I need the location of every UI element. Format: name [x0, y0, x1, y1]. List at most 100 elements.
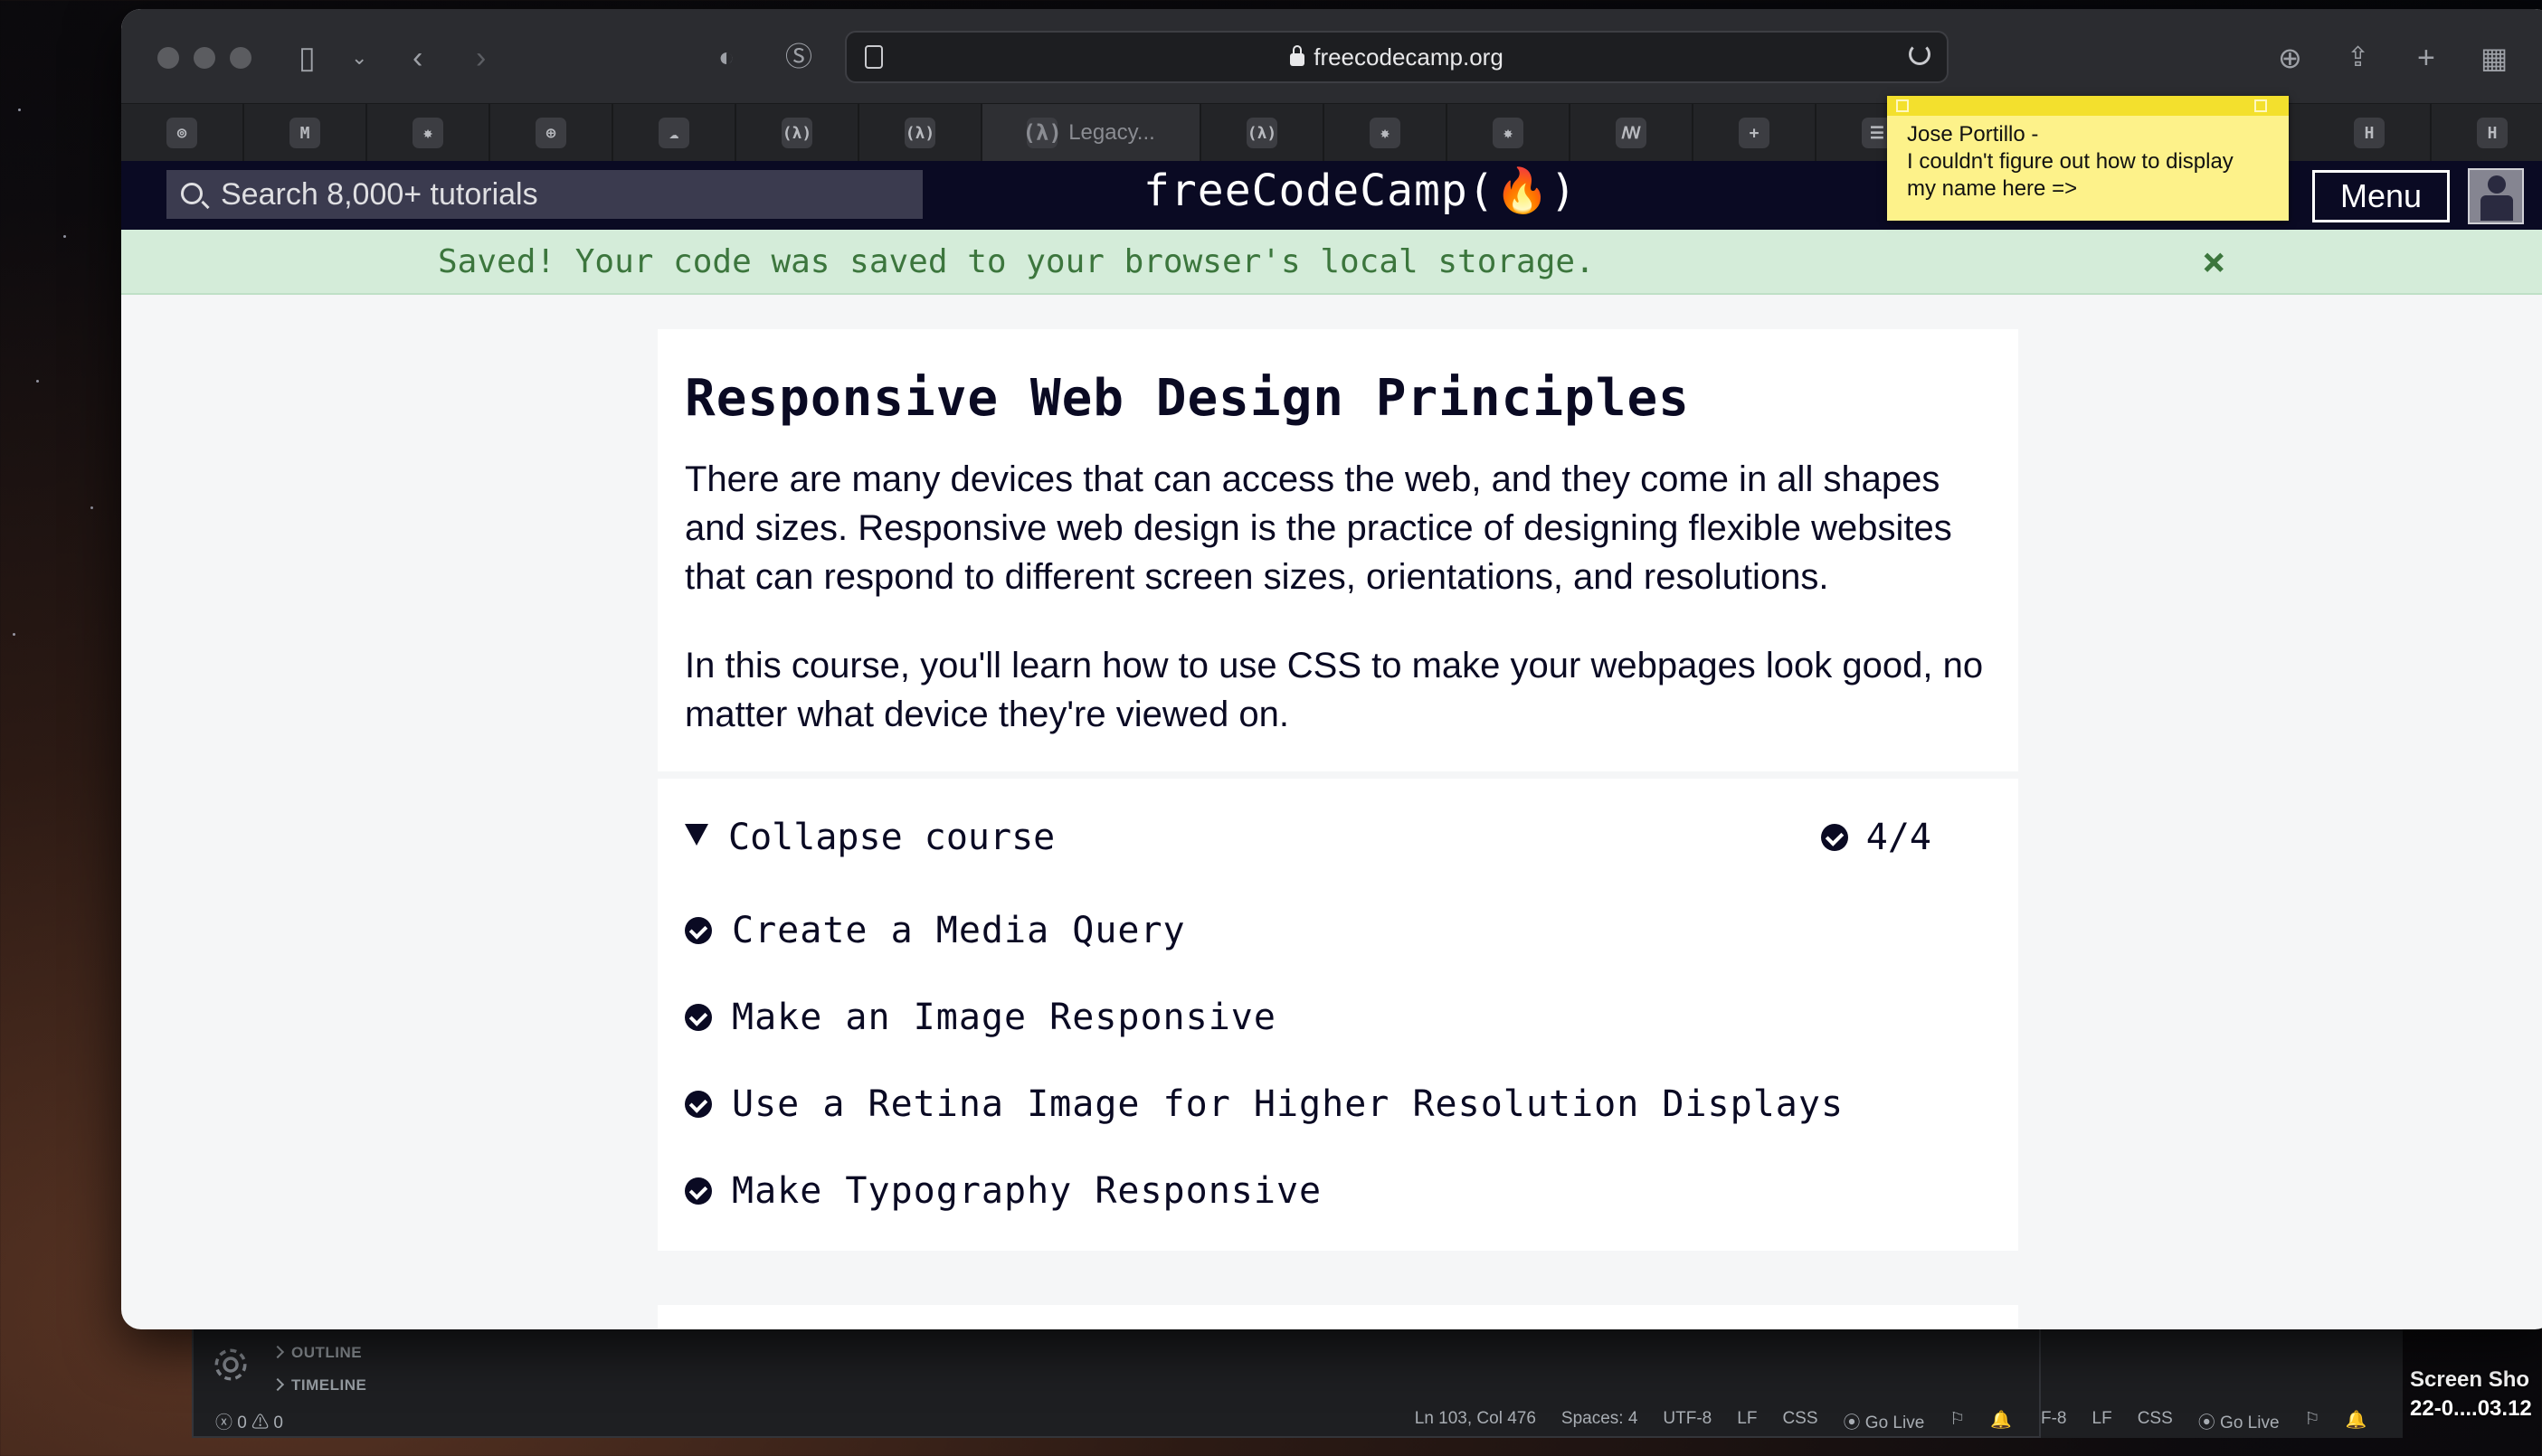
extension-icon[interactable]: Ⓢ [785, 40, 812, 76]
starfield [0, 0, 121, 687]
fcc-favicon-icon: (λ) [782, 118, 812, 148]
tab-favicon-icon: ⊕ [536, 118, 566, 148]
vscode-panel-secondary: F-8 LF CSS ⦿ Go Live ⚐ 🔔 [2041, 1329, 2403, 1438]
tab[interactable]: (λ) [1201, 104, 1324, 162]
tab[interactable]: + [1693, 104, 1816, 162]
timeline-section[interactable]: TIMELINE [270, 1376, 366, 1395]
tab[interactable]: H [2432, 104, 2542, 162]
sticky-expand-icon[interactable] [2254, 99, 2267, 112]
desktop-file-label[interactable]: Screen Sho 22-0....03.12 [2410, 1366, 2532, 1423]
menu-button[interactable]: Menu [2312, 170, 2450, 222]
go-live-button[interactable]: ⦿ Go Live [1844, 1409, 1925, 1433]
language-mode[interactable]: CSS [1782, 1409, 1817, 1433]
check-circle-icon [1820, 824, 1848, 851]
shield-icon[interactable]: ◐ [718, 40, 735, 76]
check-circle-icon [685, 1091, 712, 1118]
tab-favicon-icon: ✸ [1370, 118, 1400, 148]
outline-section[interactable]: OUTLINE [270, 1344, 362, 1362]
fcc-favicon-icon: (λ) [905, 118, 935, 148]
tab-overview-icon[interactable]: ▦ [2480, 40, 2508, 76]
bell-icon[interactable]: 🔔 [2346, 1409, 2367, 1433]
tab-active[interactable]: (λ) Legacy... [982, 104, 1201, 162]
tab[interactable]: H [2309, 104, 2432, 162]
course-content: Responsive Web Design Principles There a… [658, 329, 2018, 1329]
course-title: Responsive Web Design Principles [685, 369, 1690, 428]
line-ending[interactable]: LF [1737, 1409, 1757, 1433]
status-bar: Ln 103, Col 476 Spaces: 4 UTF-8 LF CSS ⦿… [1415, 1409, 2012, 1433]
chevron-right-icon [270, 1345, 285, 1359]
download-icon[interactable]: ⊕ [2278, 40, 2302, 76]
address-bar[interactable]: freecodecamp.org [845, 31, 1949, 83]
tab-favicon-icon: H [2477, 118, 2508, 148]
lesson-list: Create a Media Query Make an Image Respo… [685, 887, 1991, 1234]
course-description: In this course, you'll learn how to use … [685, 646, 1984, 734]
encoding[interactable]: UTF-8 [1663, 1409, 1712, 1433]
lesson-item[interactable]: Create a Media Query [685, 887, 1991, 974]
check-circle-icon [685, 1004, 712, 1031]
chevron-down-icon[interactable]: ⌄ [351, 40, 367, 76]
gear-icon[interactable] [212, 1346, 250, 1384]
go-live-button[interactable]: ⦿ Go Live [2198, 1409, 2280, 1433]
lock-icon [1290, 45, 1305, 66]
avatar[interactable] [2468, 168, 2524, 224]
tab-favicon-icon: ✸ [413, 118, 443, 148]
course-description: There are many devices that can access t… [685, 459, 1952, 597]
tab[interactable]: ✸ [367, 104, 490, 162]
tab[interactable]: ✸ [1324, 104, 1447, 162]
problems-indicator[interactable]: ⓧ 0 ⚠ 0 [215, 1409, 283, 1433]
tab[interactable]: ⊕ [490, 104, 613, 162]
encoding[interactable]: F-8 [2041, 1409, 2067, 1433]
tab[interactable]: (λ) [736, 104, 859, 162]
lesson-item[interactable]: Make Typography Responsive [685, 1148, 1991, 1234]
save-notification: Saved! Your code was saved to your brows… [121, 230, 2542, 295]
course-progress: 4/4 [1820, 806, 1931, 869]
feedback-icon[interactable]: ⚐ [2305, 1409, 2320, 1433]
new-tab-icon[interactable]: + [2417, 40, 2435, 76]
course-intro-card: Responsive Web Design Principles There a… [658, 329, 2018, 771]
chevron-right-icon [270, 1377, 285, 1392]
back-icon[interactable]: ‹ [413, 40, 422, 76]
status-bar-secondary: F-8 LF CSS ⦿ Go Live ⚐ 🔔 [2041, 1409, 2367, 1433]
line-ending[interactable]: LF [2092, 1409, 2112, 1433]
bell-icon[interactable]: 🔔 [1990, 1409, 2012, 1433]
close-icon[interactable]: × [2202, 230, 2226, 295]
tab-favicon-icon: ✸ [1493, 118, 1523, 148]
tab-favicon-icon: ☁ [659, 118, 689, 148]
tab[interactable]: (λ) [859, 104, 982, 162]
indentation[interactable]: Spaces: 4 [1561, 1409, 1638, 1433]
minimize-window-button[interactable] [194, 47, 215, 69]
lesson-item[interactable]: Use a Retina Image for Higher Resolution… [685, 1061, 1991, 1148]
tab[interactable]: M [244, 104, 367, 162]
sticky-close-icon[interactable] [1896, 99, 1909, 112]
tab[interactable]: ꟿ [1570, 104, 1693, 162]
language-mode[interactable]: CSS [2138, 1409, 2173, 1433]
sidebar-icon[interactable]: ▯ [299, 40, 316, 76]
tab[interactable]: ☁ [613, 104, 736, 162]
reload-icon[interactable] [1909, 43, 1930, 65]
vscode-panel: OUTLINE TIMELINE ⓧ 0 ⚠ 0 Ln 103, Col 476… [192, 1329, 2041, 1438]
search-icon [181, 183, 203, 204]
fcc-logo[interactable]: freeCodeCamp(🔥) [1143, 165, 1577, 216]
forward-icon[interactable]: › [476, 40, 486, 76]
cursor-position[interactable]: Ln 103, Col 476 [1415, 1409, 1536, 1433]
tab[interactable]: ✸ [1447, 104, 1570, 162]
triangle-down-icon [685, 824, 708, 846]
collapse-course-button[interactable]: Collapse course 4/4 [685, 806, 1991, 869]
course-lessons-card: Collapse course 4/4 Create a Media Query… [658, 779, 2018, 1251]
tab-favicon-icon: ⊚ [166, 118, 197, 148]
check-circle-icon [685, 917, 712, 944]
share-icon[interactable]: ⇪ [2347, 40, 2369, 76]
feedback-icon[interactable]: ⚐ [1949, 1409, 1965, 1433]
zoom-window-button[interactable] [230, 47, 251, 69]
tab[interactable]: ⊚ [121, 104, 244, 162]
tab-favicon-icon: H [2354, 118, 2385, 148]
browser-window: ▯ ⌄ ‹ › ◐ Ⓢ freecodecamp.org ⊕ ⇪ + ▦ ⊚ M… [121, 9, 2542, 1329]
search-input[interactable]: Search 8,000+ tutorials [166, 170, 923, 219]
reader-icon[interactable] [865, 45, 883, 69]
sticky-note[interactable]: Jose Portillo - I couldn't figure out ho… [1887, 96, 2289, 221]
fcc-favicon-icon: (λ) [1023, 118, 1062, 148]
gmail-icon: M [289, 118, 320, 148]
lesson-item[interactable]: Make an Image Responsive [685, 974, 1991, 1061]
check-circle-icon [685, 1177, 712, 1205]
close-window-button[interactable] [157, 47, 179, 69]
